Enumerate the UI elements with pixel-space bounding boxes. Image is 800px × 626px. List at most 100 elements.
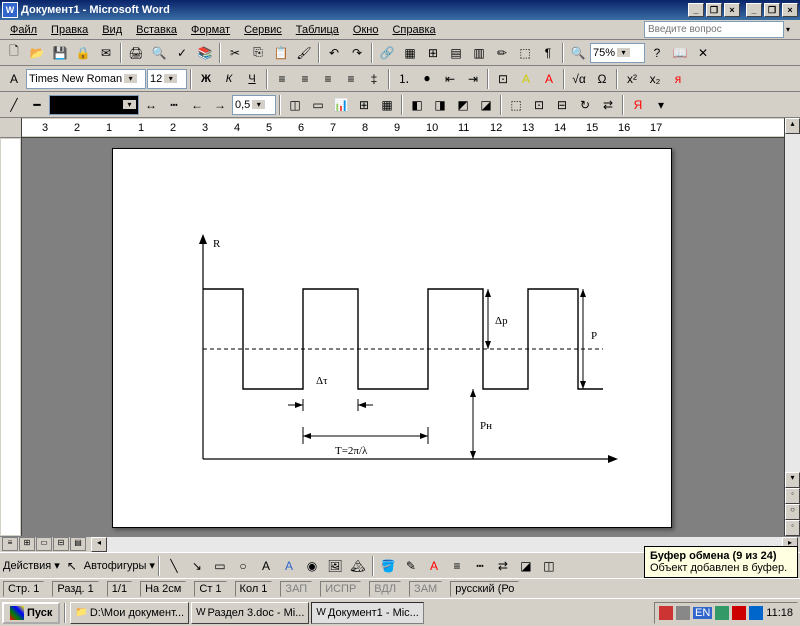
columns-button[interactable]: ▥ bbox=[468, 42, 490, 64]
open-button[interactable]: 📂 bbox=[26, 42, 48, 64]
format-painter-button[interactable]: 🖌 bbox=[293, 42, 315, 64]
cut-button[interactable]: ✂ bbox=[224, 42, 246, 64]
status-ext[interactable]: ВДЛ bbox=[369, 581, 401, 597]
menu-edit[interactable]: Правка bbox=[45, 22, 94, 38]
flip-button[interactable]: ⇄ bbox=[597, 94, 619, 116]
minimize-button[interactable]: _ bbox=[688, 3, 704, 17]
tray-icon-4[interactable] bbox=[749, 606, 763, 620]
doc-restore-button[interactable]: ❐ bbox=[764, 3, 780, 17]
menu-help[interactable]: Справка bbox=[386, 22, 441, 38]
tray-icon-2[interactable] bbox=[715, 606, 729, 620]
line-style-button-2[interactable]: ≡ bbox=[446, 555, 468, 577]
start-button[interactable]: Пуск bbox=[2, 602, 60, 624]
ins-frame-button[interactable]: ▭ bbox=[307, 94, 329, 116]
restore-button[interactable]: ❐ bbox=[706, 3, 722, 17]
scroll-left-button[interactable]: ◂ bbox=[91, 537, 107, 552]
browse-object-button[interactable]: ○ bbox=[785, 504, 800, 520]
menu-format[interactable]: Формат bbox=[185, 22, 236, 38]
bullets-button[interactable]: ⦁ bbox=[416, 68, 438, 90]
align-justify-button[interactable]: ≡ bbox=[340, 68, 362, 90]
tray-clock[interactable]: 11:18 bbox=[766, 607, 793, 619]
arrow-button[interactable]: ↘ bbox=[186, 555, 208, 577]
status-trk[interactable]: ИСПР bbox=[320, 581, 361, 597]
line-style-button[interactable]: ━ bbox=[26, 94, 48, 116]
tables-borders-button[interactable]: ▦ bbox=[399, 42, 421, 64]
research-button[interactable]: 📚 bbox=[194, 42, 216, 64]
wrap-tight-button[interactable]: ◨ bbox=[429, 94, 451, 116]
drawing-actions-menu[interactable]: Действия ▾ bbox=[3, 559, 60, 572]
translate-button[interactable]: я bbox=[667, 68, 689, 90]
help-button[interactable]: ? bbox=[646, 42, 668, 64]
permission-button[interactable]: 🔒 bbox=[72, 42, 94, 64]
menu-view[interactable]: Вид bbox=[96, 22, 128, 38]
bold-button[interactable]: Ж bbox=[195, 68, 217, 90]
lang-button[interactable]: Я bbox=[627, 94, 649, 116]
taskbar-item-explorer[interactable]: 📁D:\Мои документ... bbox=[70, 602, 189, 624]
align-left-button[interactable]: ≡ bbox=[271, 68, 293, 90]
next-page-button[interactable]: ◦ bbox=[785, 520, 800, 536]
docmap-button[interactable]: ⬚ bbox=[514, 42, 536, 64]
save-button[interactable]: 💾 bbox=[49, 42, 71, 64]
copy-button[interactable]: ⎘ bbox=[247, 42, 269, 64]
paste-button[interactable]: 📋 bbox=[270, 42, 292, 64]
help-dropdown-icon[interactable]: ▾ bbox=[786, 25, 796, 34]
new-doc-button[interactable]: 🗋 bbox=[3, 42, 25, 64]
autoshapes-menu[interactable]: Автофигуры ▾ bbox=[84, 559, 155, 572]
align-center-button[interactable]: ≡ bbox=[294, 68, 316, 90]
find-button[interactable]: 🔍 bbox=[567, 42, 589, 64]
insert-table-button[interactable]: ⊞ bbox=[422, 42, 444, 64]
clipart-button[interactable]: 🖼 bbox=[324, 555, 346, 577]
menu-insert[interactable]: Вставка bbox=[130, 22, 183, 38]
select-objects-button[interactable]: ↖ bbox=[61, 555, 83, 577]
line-button[interactable]: ╲ bbox=[163, 555, 185, 577]
hyperlink-button[interactable]: 🔗 bbox=[376, 42, 398, 64]
picture-button[interactable]: 🏔 bbox=[347, 555, 369, 577]
print-view-button[interactable]: ▭ bbox=[36, 537, 52, 551]
close-preview-button[interactable]: ✕ bbox=[692, 42, 714, 64]
arrow-end-button[interactable]: → bbox=[209, 94, 231, 116]
taskbar-item-doc1[interactable]: W Документ1 - Mic... bbox=[311, 602, 423, 624]
wrap-front-button[interactable]: ◪ bbox=[475, 94, 497, 116]
font-combo[interactable]: Times New Roman▾ bbox=[26, 69, 146, 89]
line-spacing-button[interactable]: ‡ bbox=[363, 68, 385, 90]
more-button[interactable]: ▾ bbox=[650, 94, 672, 116]
font-color-button[interactable]: A bbox=[538, 68, 560, 90]
equation-button[interactable]: √α bbox=[568, 68, 590, 90]
3d-button[interactable]: ◫ bbox=[538, 555, 560, 577]
textbox-button[interactable]: A bbox=[255, 555, 277, 577]
undo-button[interactable]: ↶ bbox=[323, 42, 345, 64]
ungroup-button[interactable]: ⊟ bbox=[551, 94, 573, 116]
scroll-up-button[interactable]: ▴ bbox=[785, 118, 800, 134]
group-button[interactable]: ⊡ bbox=[528, 94, 550, 116]
ins-grid-button[interactable]: ▦ bbox=[376, 94, 398, 116]
diagram-button[interactable]: ◉ bbox=[301, 555, 323, 577]
rectangle-button[interactable]: ▭ bbox=[209, 555, 231, 577]
borders-button[interactable]: ⊡ bbox=[492, 68, 514, 90]
doc-minimize-button[interactable]: _ bbox=[746, 3, 762, 17]
drawing-button[interactable]: ✏ bbox=[491, 42, 513, 64]
font-color-button-2[interactable]: A bbox=[423, 555, 445, 577]
taskbar-item-doc2[interactable]: W Раздел 3.doc - Mi... bbox=[191, 602, 309, 624]
numbering-button[interactable]: ⒈ bbox=[393, 68, 415, 90]
prev-page-button[interactable]: ◦ bbox=[785, 488, 800, 504]
wrap-square-button[interactable]: ◧ bbox=[406, 94, 428, 116]
vertical-scrollbar[interactable]: ▴ ▾ ◦ ○ ◦ bbox=[784, 118, 800, 536]
tray-lang[interactable]: EN bbox=[693, 607, 712, 619]
subscript-button[interactable]: x₂ bbox=[644, 68, 666, 90]
excel-button[interactable]: ▤ bbox=[445, 42, 467, 64]
menu-window[interactable]: Окно bbox=[347, 22, 385, 38]
preview-button[interactable]: 🔍 bbox=[148, 42, 170, 64]
redo-button[interactable]: ↷ bbox=[346, 42, 368, 64]
line-tool-icon[interactable]: ╱ bbox=[3, 94, 25, 116]
decrease-indent-button[interactable]: ⇤ bbox=[439, 68, 461, 90]
vertical-ruler[interactable] bbox=[0, 118, 22, 536]
italic-button[interactable]: К bbox=[218, 68, 240, 90]
wordart-button[interactable]: A bbox=[278, 555, 300, 577]
shadow-button[interactable]: ◪ bbox=[515, 555, 537, 577]
document-area[interactable]: R Δτ T=2π/λ bbox=[22, 138, 784, 536]
superscript-button[interactable]: x² bbox=[621, 68, 643, 90]
symbol-button[interactable]: Ω bbox=[591, 68, 613, 90]
dash-style-button[interactable]: ┅ bbox=[163, 94, 185, 116]
line-color-button[interactable]: ✎ bbox=[400, 555, 422, 577]
tray-icon-3[interactable] bbox=[732, 606, 746, 620]
